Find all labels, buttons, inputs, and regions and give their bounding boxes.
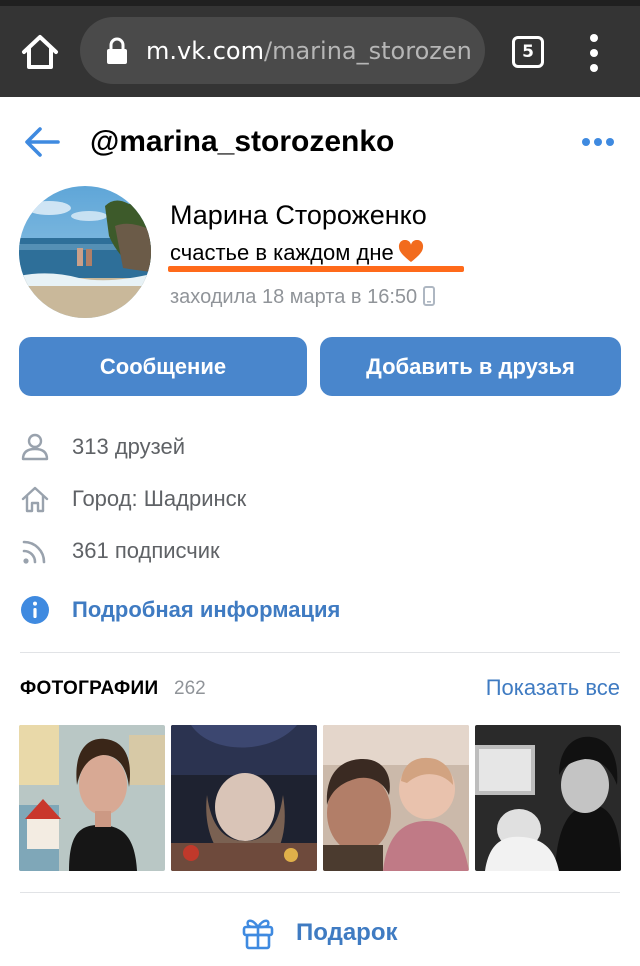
avatar[interactable] bbox=[19, 186, 151, 318]
photos-title: ФОТОГРАФИИ bbox=[20, 678, 159, 699]
status-underline bbox=[168, 266, 464, 272]
last-seen: заходила 18 марта в 16:50 bbox=[170, 283, 436, 311]
address-bar[interactable]: m.vk.com/marina_storozen bbox=[80, 17, 485, 84]
status-line: счастье в каждом дне bbox=[170, 238, 424, 268]
info-icon bbox=[21, 596, 49, 624]
city-text: Город: Шадринск bbox=[72, 486, 247, 511]
back-arrow-icon[interactable] bbox=[22, 124, 62, 160]
last-seen-text: заходила 18 марта в 16:50 bbox=[170, 286, 418, 308]
heart-icon bbox=[398, 240, 423, 262]
menu-icon[interactable] bbox=[584, 34, 604, 72]
show-all-link[interactable]: Показать все bbox=[486, 673, 620, 703]
followers-row[interactable]: 361 подписчик bbox=[20, 531, 260, 571]
url-domain: m.vk.com bbox=[146, 37, 264, 65]
home-icon[interactable] bbox=[18, 30, 62, 74]
status-text: счастье в каждом дне bbox=[170, 240, 394, 265]
rss-icon bbox=[22, 540, 46, 564]
gift-label: Подарок bbox=[296, 919, 398, 946]
photo-thumbnail-1[interactable] bbox=[19, 725, 165, 871]
divider-bottom bbox=[20, 892, 620, 893]
url-path: /marina_storozen bbox=[264, 37, 472, 65]
details-link-text: Подробная информация bbox=[72, 597, 341, 622]
more-icon[interactable] bbox=[580, 136, 616, 148]
followers-count: 361 подписчик bbox=[72, 538, 220, 563]
photo-thumbnail-3[interactable] bbox=[323, 725, 469, 871]
lock-icon bbox=[107, 37, 127, 64]
photos-count: 262 bbox=[174, 678, 206, 699]
page-title: @marina_storozenko bbox=[90, 125, 395, 158]
status-bar bbox=[0, 0, 640, 6]
phone-icon bbox=[423, 286, 436, 306]
gift-icon bbox=[242, 919, 274, 950]
profile-name: Марина Стороженко bbox=[170, 200, 427, 230]
photo-thumbnail-4[interactable] bbox=[475, 725, 621, 871]
details-link[interactable]: Подробная информация bbox=[20, 590, 360, 630]
gift-button[interactable]: Подарок bbox=[0, 910, 640, 958]
person-icon bbox=[21, 433, 49, 461]
tabs-icon[interactable]: 5 bbox=[512, 36, 544, 68]
url-text: m.vk.com/marina_storozen bbox=[146, 36, 472, 66]
message-button[interactable]: Сообщение bbox=[19, 337, 307, 396]
add-friend-button[interactable]: Добавить в друзья bbox=[320, 337, 621, 396]
browser-toolbar: m.vk.com/marina_storozen 5 bbox=[0, 0, 640, 97]
friends-count: 313 друзей bbox=[72, 434, 186, 459]
city-row: Город: Шадринск bbox=[20, 479, 280, 519]
friends-row[interactable]: 313 друзей bbox=[20, 427, 220, 467]
home-city-icon bbox=[21, 486, 49, 513]
photo-thumbnail-2[interactable] bbox=[171, 725, 317, 871]
divider bbox=[20, 652, 620, 653]
